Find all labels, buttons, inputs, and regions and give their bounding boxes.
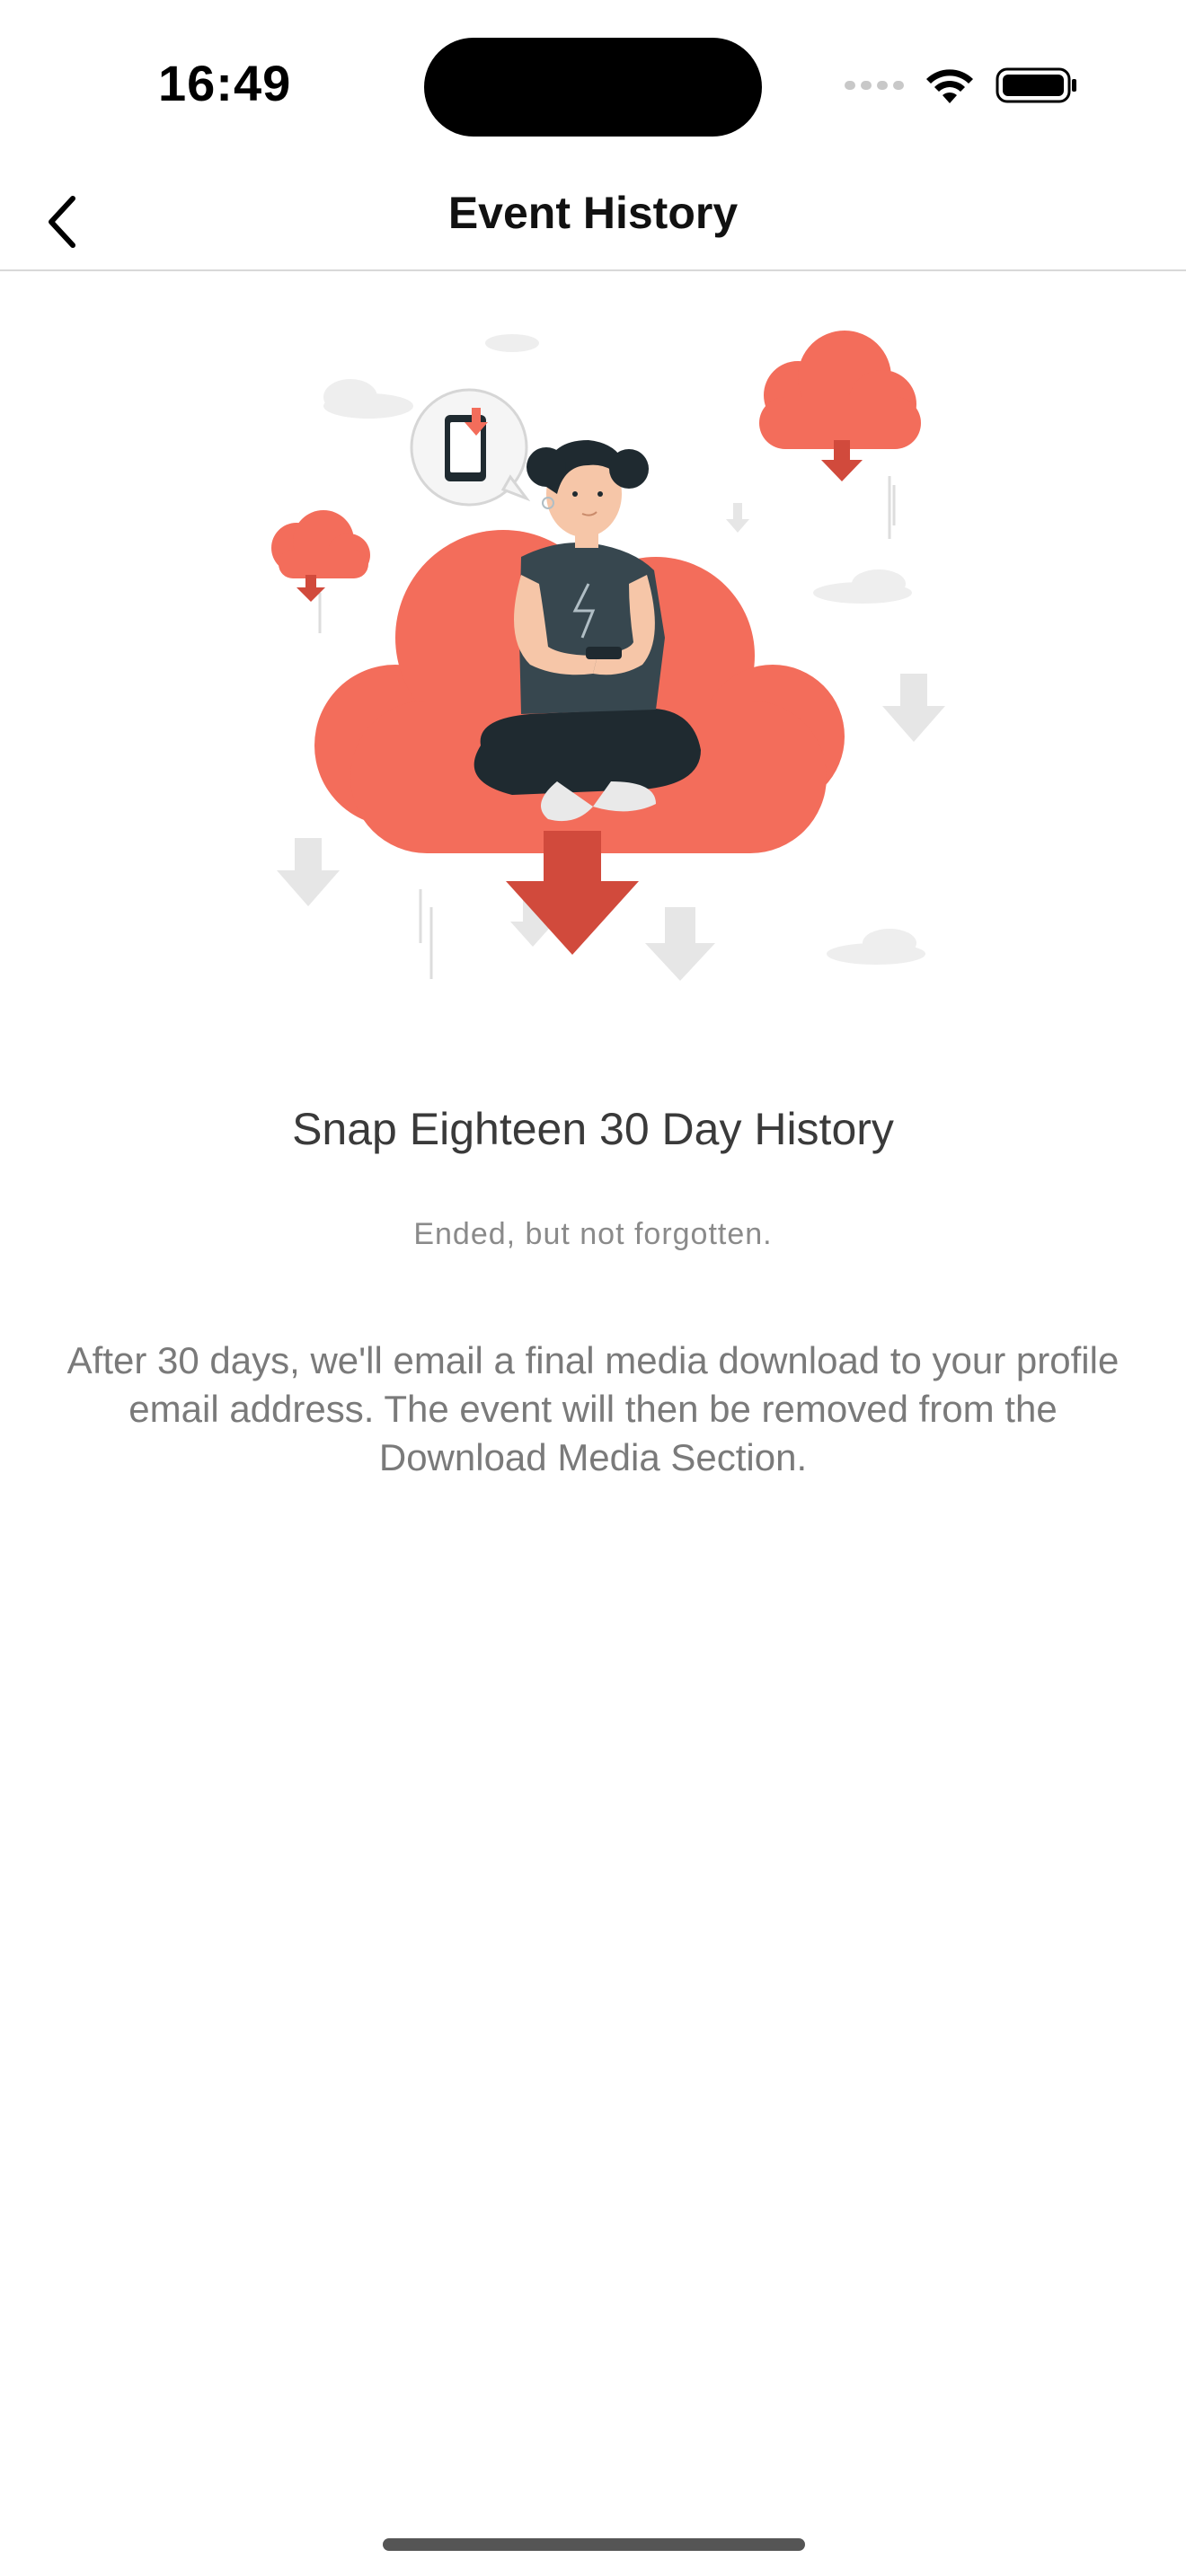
wifi-icon <box>926 69 973 103</box>
page-title: Event History <box>447 188 739 238</box>
status-bar: 16:49 <box>0 0 1186 171</box>
home-indicator[interactable] <box>383 2538 805 2551</box>
event-description: After 30 days, we'll email a final media… <box>66 1339 1120 1478</box>
status-icons <box>845 63 1078 108</box>
cellular-signal-icon <box>845 81 904 90</box>
event-subtitle: Ended, but not forgotten. <box>413 1217 773 1251</box>
status-time: 16:49 <box>158 55 292 111</box>
event-title: Snap Eighteen 30 Day History <box>292 1104 894 1154</box>
dynamic-island <box>424 38 762 137</box>
cloud-download-illustration <box>271 331 945 981</box>
battery-icon <box>996 67 1076 103</box>
navigation-bar: Event History <box>0 171 1186 271</box>
